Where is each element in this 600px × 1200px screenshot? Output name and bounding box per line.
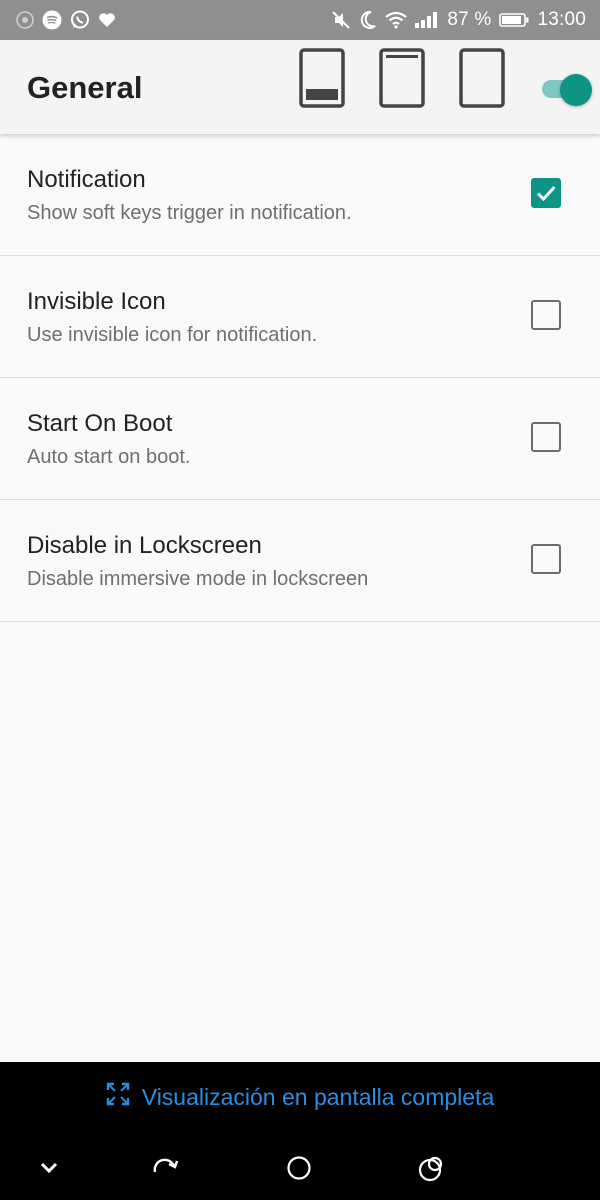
pref-summary: Show soft keys trigger in notification. bbox=[27, 202, 352, 224]
back-button[interactable] bbox=[146, 1150, 186, 1190]
immersive-mode-nav-button[interactable] bbox=[299, 47, 345, 113]
clock: 13:00 bbox=[537, 9, 586, 30]
moon-icon bbox=[359, 10, 377, 30]
immersive-mode-full-icon bbox=[459, 47, 505, 113]
heart-icon bbox=[98, 11, 116, 29]
pref-summary: Use invisible icon for notification. bbox=[27, 324, 318, 346]
fullscreen-hint-text: Visualización en pantalla completa bbox=[141, 1083, 495, 1110]
immersive-mode-status-button[interactable] bbox=[379, 47, 425, 113]
immersive-overlay: Visualización en pantalla completa bbox=[0, 1062, 600, 1200]
pref-summary: Auto start on boot. bbox=[27, 446, 191, 468]
whatsapp-icon bbox=[70, 10, 90, 30]
pref-summary: Disable immersive mode in lockscreen bbox=[27, 568, 369, 590]
battery-percent: 87 % bbox=[447, 9, 492, 30]
recents-button[interactable] bbox=[412, 1150, 452, 1190]
immersive-mode-nav-icon bbox=[299, 47, 345, 113]
pref-disable-in-lockscreen[interactable]: Disable in Lockscreen Disable immersive … bbox=[0, 500, 600, 622]
pref-title: Start On Boot bbox=[27, 410, 173, 437]
start-on-boot-checkbox[interactable] bbox=[531, 422, 561, 452]
spotify-icon bbox=[42, 10, 62, 30]
master-switch[interactable] bbox=[538, 73, 594, 106]
battery-icon bbox=[499, 13, 529, 27]
status-bar-left bbox=[16, 10, 116, 30]
pref-title: Notification bbox=[27, 166, 146, 193]
signal-icon bbox=[415, 12, 439, 28]
app-bar: General bbox=[0, 40, 600, 134]
preferences-list: Notification Show soft keys trigger in n… bbox=[0, 134, 600, 622]
pref-title: Invisible Icon bbox=[27, 288, 166, 315]
immersive-mode-status-icon bbox=[379, 47, 425, 113]
status-bar-right: 87 % 13:00 bbox=[331, 9, 586, 31]
pref-invisible-icon[interactable]: Invisible Icon Use invisible icon for no… bbox=[0, 256, 600, 378]
immersive-mode-full-button[interactable] bbox=[459, 47, 505, 113]
invisible-icon-checkbox[interactable] bbox=[531, 300, 561, 330]
hide-nav-button[interactable] bbox=[29, 1150, 69, 1190]
fullscreen-hint[interactable]: Visualización en pantalla completa bbox=[0, 1079, 600, 1115]
rotate-icon bbox=[152, 1156, 180, 1185]
fullscreen-icon bbox=[106, 1082, 130, 1112]
mute-icon bbox=[331, 10, 351, 30]
home-circle-icon bbox=[286, 1155, 312, 1186]
notification-checkbox[interactable] bbox=[531, 178, 561, 208]
chevron-down-icon bbox=[39, 1161, 59, 1180]
wifi-icon bbox=[385, 11, 408, 29]
page-title: General bbox=[27, 70, 143, 105]
eye-icon bbox=[16, 11, 34, 29]
pref-notification[interactable]: Notification Show soft keys trigger in n… bbox=[0, 134, 600, 256]
switch-thumb bbox=[560, 74, 592, 106]
recents-icon bbox=[418, 1154, 446, 1187]
pref-title: Disable in Lockscreen bbox=[27, 532, 262, 559]
home-button[interactable] bbox=[279, 1150, 319, 1190]
status-bar: 87 % 13:00 bbox=[0, 0, 600, 40]
disable-in-lockscreen-checkbox[interactable] bbox=[531, 544, 561, 574]
pref-start-on-boot[interactable]: Start On Boot Auto start on boot. bbox=[0, 378, 600, 500]
checkmark-icon bbox=[536, 185, 556, 202]
